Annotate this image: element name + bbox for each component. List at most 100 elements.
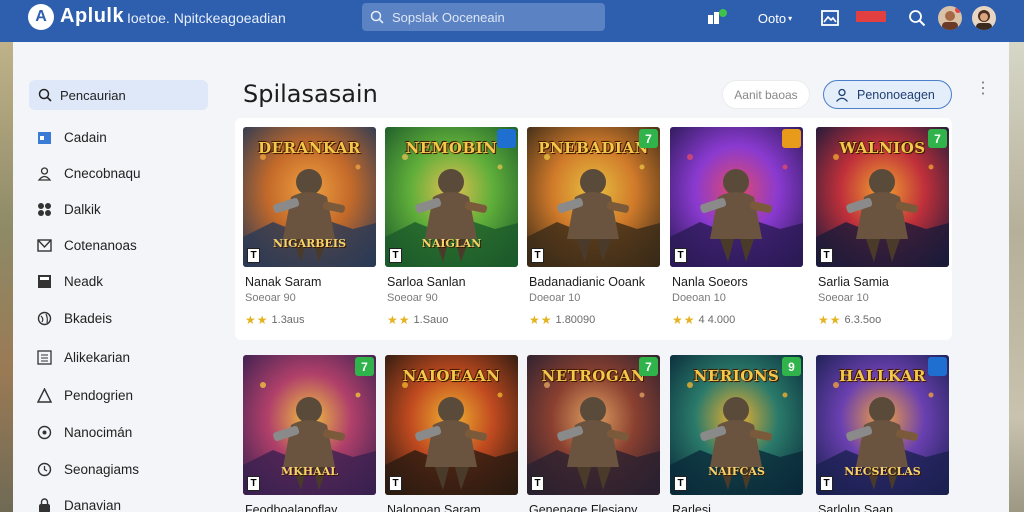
sidebar-item-dalkik[interactable]: Dalkik (29, 196, 209, 222)
game-card[interactable]: NERIONS NAIFCAS 9 T Rarlesi (670, 355, 803, 512)
game-card[interactable]: WALNIOS 7 T Sarlia Samia Soeoar 10 ★★ 6.3.5oo (816, 127, 949, 327)
language-dropdown[interactable]: Ooto ▾ (758, 8, 792, 28)
game-card[interactable]: PNEBADIAN 7 T Badanadianic Ooank Doeoar 10 ★★… (527, 127, 660, 327)
app-subtitle: Ioetoe. Npitckeagoeadian (127, 10, 286, 26)
app-logo-icon[interactable]: A (28, 4, 54, 30)
account-button-label: Penonoeagen (857, 87, 935, 102)
sidebar-item-danavian[interactable]: Danavian (29, 492, 209, 512)
rating-count: 4 4.000 (698, 314, 736, 326)
esrb-rating-icon: T (674, 476, 687, 491)
game-title[interactable]: Sarlia Samia (818, 275, 889, 289)
esrb-rating-icon: T (820, 476, 833, 491)
game-thumbnail[interactable]: T (670, 127, 803, 267)
profile-avatar[interactable] (972, 6, 996, 30)
game-thumbnail[interactable]: HALLKAR NECSECLAS T (816, 355, 949, 495)
game-card[interactable]: T Nanla Soeors Doeoan 10 ★★ 4 4.000 (670, 127, 803, 327)
game-thumbnail[interactable]: NERIONS NAIFCAS 9 T (670, 355, 803, 495)
globe-icon (36, 310, 52, 326)
game-thumbnail[interactable]: NETROGAN 7 T (527, 355, 660, 495)
game-category: Soeoar 90 (387, 292, 438, 304)
game-card[interactable]: MKHAAL 7 T Feodboalanoflay (243, 355, 376, 512)
sidebar-item-cotenanoas[interactable]: Cotenanoas (29, 232, 209, 258)
game-title[interactable]: Feodboalanoflay (245, 503, 337, 512)
triangle-icon (36, 387, 52, 403)
game-rating: ★★ 6.3.5oo (818, 313, 881, 327)
game-card[interactable]: DERANKAR NIGARBEIS T Nanak Saram Soeoar 90 ★★… (243, 127, 376, 327)
sidebar-item-alikekarian[interactable]: Alikekarian (29, 344, 209, 370)
game-rating: ★★ 1.3aus (245, 313, 305, 327)
account-button[interactable]: Penonoeagen (823, 80, 952, 109)
game-category: Doeoar 10 (529, 292, 581, 304)
game-category: Soeoar 90 (245, 292, 296, 304)
rating-count: 1.3aus (271, 314, 305, 326)
game-thumbnail[interactable]: WALNIOS 7 T (816, 127, 949, 267)
game-card[interactable]: NAIOEAAN T Nalonoan Saram (385, 355, 518, 512)
game-title[interactable]: Sarloa Sanlan (387, 275, 466, 289)
list-icon (36, 349, 52, 365)
game-thumbnail[interactable]: MKHAAL 7 T (243, 355, 376, 495)
esrb-rating-icon: T (531, 476, 544, 491)
user-icon (36, 165, 52, 181)
game-logo-title: NAIOEAAN (402, 367, 501, 385)
game-artwork (670, 127, 803, 267)
rating-count: 1.Sauo (413, 314, 449, 326)
game-title[interactable]: Nanla Soeors (672, 275, 748, 289)
game-thumbnail[interactable]: NEMOBIN NAIGLAN T (385, 127, 518, 267)
sidebar-item-label: Pendogrien (64, 387, 134, 403)
avatar[interactable] (938, 6, 962, 30)
star-icon: ★★ (387, 313, 411, 327)
game-title[interactable]: Genenage Flesiany (529, 503, 637, 512)
sidebar-item-label: Seonagiams (64, 461, 140, 477)
esrb-rating-icon: T (389, 248, 402, 263)
game-logo-title: NEMOBIN (405, 139, 498, 157)
gallery-icon[interactable] (819, 8, 841, 28)
sidebar-item-neadk[interactable]: Neadk (29, 268, 209, 294)
promo-badge[interactable] (856, 11, 886, 22)
game-logo-subtitle: NECSECLAS (844, 464, 921, 478)
top-search-input[interactable]: Sopslak Ooceneain (362, 3, 605, 31)
app-title[interactable]: Aplulk (60, 5, 124, 28)
game-card[interactable]: NEMOBIN NAIGLAN T Sarloa Sanlan Soeoar 90 ★★ 1… (385, 127, 518, 327)
game-title[interactable]: Sarlolın Saan (818, 503, 893, 512)
sidebar-item-nanociman[interactable]: Nanocimán (29, 419, 209, 445)
sidebar-item-pendogrien[interactable]: Pendogrien (29, 382, 209, 408)
game-logo-subtitle: MKHAAL (281, 464, 338, 478)
game-logo-title: PNEBADIAN (538, 139, 649, 157)
esrb-rating-icon: T (820, 248, 833, 263)
age-badge: 7 (928, 129, 947, 148)
game-title[interactable]: Badanadianic Ooank (529, 275, 645, 289)
game-card[interactable]: NETROGAN 7 T Genenage Flesiany (527, 355, 660, 512)
search-icon (38, 88, 52, 102)
search-icon[interactable] (906, 8, 928, 28)
sidebar-item-label: Neadk (64, 273, 104, 289)
notifications-icon[interactable] (704, 8, 728, 28)
more-options-icon[interactable]: ⋮ (975, 81, 991, 104)
sidebar-item-cnecobnaqu[interactable]: Cnecobnaqu (29, 160, 209, 186)
sidebar-search[interactable]: Pencaurian (29, 80, 208, 110)
sidebar-item-cadain[interactable]: Cadain (29, 124, 209, 150)
filter-button[interactable]: Aanit baoas (722, 80, 810, 109)
star-icon: ★★ (529, 313, 553, 327)
sidebar-item-label: Cotenanoas (64, 237, 137, 253)
game-rating: ★★ 1.80090 (529, 313, 595, 327)
game-thumbnail[interactable]: PNEBADIAN 7 T (527, 127, 660, 267)
sidebar-item-seonagiams[interactable]: Seonagiams (29, 456, 209, 482)
game-thumbnail[interactable]: NAIOEAAN T (385, 355, 518, 495)
sidebar-item-label: Cnecobnaqu (64, 165, 141, 181)
game-thumbnail[interactable]: DERANKAR NIGARBEIS T (243, 127, 376, 267)
game-card[interactable]: HALLKAR NECSECLAS T Sarlolın Saan (816, 355, 949, 512)
game-title[interactable]: Rarlesi (672, 503, 711, 512)
game-title[interactable]: Nanak Saram (245, 275, 321, 289)
search-icon (370, 10, 384, 24)
age-badge: 7 (639, 357, 658, 376)
sidebar-search-label: Pencaurian (60, 87, 126, 103)
star-icon: ★★ (245, 313, 269, 327)
sidebar-item-label: Cadain (64, 129, 107, 145)
sidebar-item-bkadeis[interactable]: Bkadeis (29, 305, 209, 331)
game-title[interactable]: Nalonoan Saram (387, 503, 481, 512)
game-logo-subtitle: NIGARBEIS (272, 236, 347, 250)
esrb-rating-icon: T (247, 476, 260, 491)
game-category: Soeoar 10 (818, 292, 869, 304)
game-logo-subtitle: NAIGLAN (421, 236, 482, 250)
age-badge: 9 (782, 357, 801, 376)
